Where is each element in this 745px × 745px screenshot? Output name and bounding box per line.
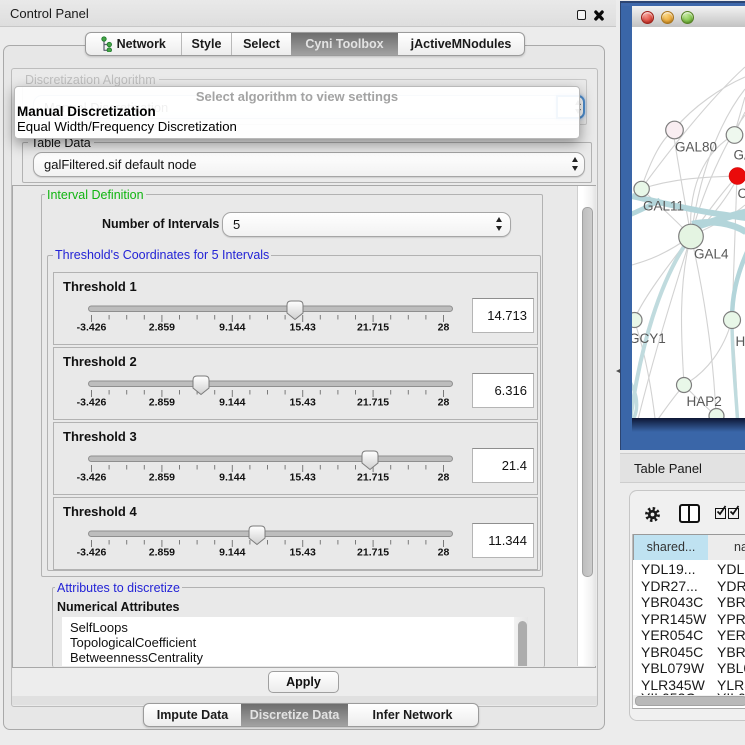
svg-text:HAP2: HAP2 xyxy=(687,394,722,409)
svg-text:GAL80: GAL80 xyxy=(675,140,717,155)
svg-text:9.144: 9.144 xyxy=(219,397,245,409)
svg-text:GAL11: GAL11 xyxy=(643,199,684,214)
svg-text:21.715: 21.715 xyxy=(357,322,389,334)
svg-text:21.715: 21.715 xyxy=(357,472,389,484)
svg-text:2.859: 2.859 xyxy=(149,397,175,409)
svg-text:21.715: 21.715 xyxy=(357,397,389,409)
svg-text:GCY1: GCY1 xyxy=(632,331,666,346)
svg-text:-3.426: -3.426 xyxy=(77,322,107,334)
svg-text:HIS4: HIS4 xyxy=(736,334,745,349)
svg-text:28: 28 xyxy=(438,322,450,334)
svg-text:15.43: 15.43 xyxy=(290,397,316,409)
svg-text:28: 28 xyxy=(438,472,450,484)
svg-text:-3.426: -3.426 xyxy=(77,472,107,484)
svg-text:9.144: 9.144 xyxy=(219,322,245,334)
svg-text:9.144: 9.144 xyxy=(219,472,245,484)
svg-text:GAL4: GAL4 xyxy=(694,247,729,262)
svg-text:21.715: 21.715 xyxy=(357,547,389,559)
svg-text:2.859: 2.859 xyxy=(149,547,175,559)
svg-text:CYC8: CYC8 xyxy=(738,186,745,201)
svg-text:GAL2: GAL2 xyxy=(734,148,745,163)
svg-text:9.144: 9.144 xyxy=(219,547,245,559)
svg-text:-3.426: -3.426 xyxy=(77,547,107,559)
svg-text:28: 28 xyxy=(438,397,450,409)
svg-text:2.859: 2.859 xyxy=(149,322,175,334)
svg-text:2.859: 2.859 xyxy=(149,472,175,484)
svg-text:-3.426: -3.426 xyxy=(77,397,107,409)
svg-text:28: 28 xyxy=(438,547,450,559)
svg-text:15.43: 15.43 xyxy=(290,322,316,334)
svg-text:15.43: 15.43 xyxy=(290,547,316,559)
svg-text:15.43: 15.43 xyxy=(290,472,316,484)
